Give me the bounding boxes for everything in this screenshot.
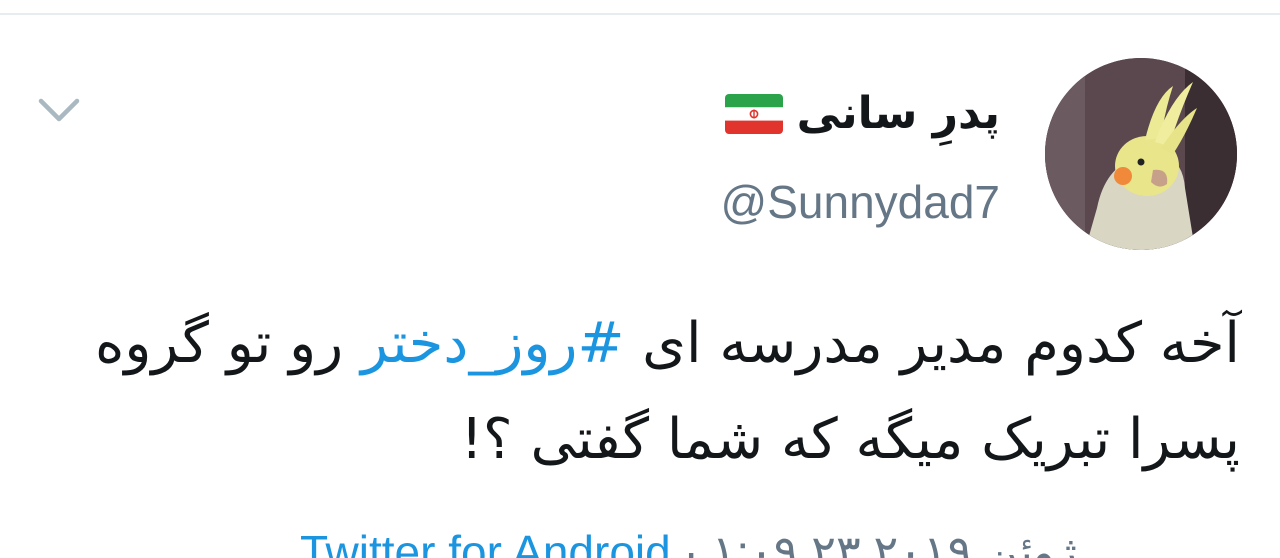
source-link[interactable]: Twitter for Android (300, 526, 671, 558)
author-handle[interactable]: @Sunnydad7 (721, 174, 1000, 230)
cockatiel-avatar-icon (1045, 58, 1237, 250)
iran-flag-icon (724, 94, 783, 134)
display-name[interactable]: پدرِ سانی (797, 84, 1000, 144)
tweet-text-part1: آخه کدوم مدیر مدرسه ای (624, 311, 1240, 376)
meta-separator: · (670, 526, 712, 558)
top-divider (0, 13, 1280, 15)
tweet-meta: Twitter for Android · ۱:۰۹ ۲۳ ژوئن ۲۰۱۹ (300, 524, 1240, 558)
chevron-down-icon[interactable] (36, 92, 82, 128)
tweet-timestamp[interactable]: ۱:۰۹ ۲۳ ژوئن ۲۰۱۹ (712, 526, 1078, 558)
hashtag-link[interactable]: #روز_دختر (361, 311, 624, 376)
tweet-text: آخه کدوم مدیر مدرسه ای #روز_دختر رو تو گ… (80, 296, 1240, 488)
author-avatar[interactable] (1045, 58, 1237, 250)
author-name-row[interactable]: پدرِ سانی (724, 84, 1000, 144)
